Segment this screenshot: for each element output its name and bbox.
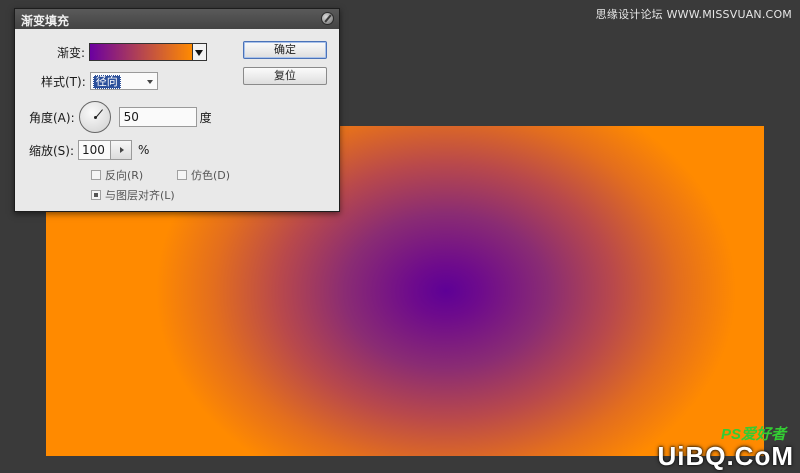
gradient-fill-dialog: 渐变填充 渐变: 样式(T): 径向 角度(A): 度 缩放(S): % 反向(: [14, 8, 340, 212]
scale-unit: %: [138, 143, 150, 157]
reverse-checkbox[interactable]: [91, 170, 101, 180]
reverse-option[interactable]: 反向(R): [91, 167, 143, 183]
gradient-label: 渐变:: [57, 45, 86, 60]
align-option[interactable]: 与图层对齐(L): [91, 187, 175, 203]
style-label: 样式(T):: [41, 74, 86, 89]
scale-input[interactable]: [78, 140, 111, 160]
watermark-url: UiBQ.CoM: [657, 441, 794, 471]
angle-input[interactable]: [118, 107, 197, 127]
reset-button[interactable]: 复位: [243, 67, 327, 85]
style-select[interactable]: 径向: [89, 72, 158, 90]
align-checkbox[interactable]: [91, 190, 101, 200]
dither-checkbox[interactable]: [177, 170, 187, 180]
dither-label: 仿色(D): [191, 169, 231, 182]
dialog-titlebar[interactable]: 渐变填充: [15, 9, 339, 29]
dial-center: [93, 116, 97, 119]
chevron-down-icon: [146, 80, 153, 84]
ok-button[interactable]: 确定: [243, 41, 327, 59]
watermark-top: 思缘设计论坛 WWW.MISSVUAN.COM: [595, 8, 792, 21]
gradient-swatch[interactable]: [89, 43, 194, 61]
scale-label: 缩放(S):: [29, 143, 75, 158]
align-label: 与图层对齐(L): [105, 189, 175, 202]
chevron-down-icon[interactable]: [193, 43, 208, 61]
gradient-row: 渐变:: [57, 43, 208, 61]
angle-dial-icon[interactable]: [78, 101, 111, 133]
style-value: 径向: [92, 75, 121, 89]
angle-row: 角度(A): 度: [29, 101, 212, 133]
angle-label: 角度(A):: [29, 110, 75, 125]
chevron-right-icon[interactable]: [110, 140, 133, 160]
dither-option[interactable]: 仿色(D): [177, 167, 230, 183]
angle-unit: 度: [199, 110, 212, 125]
scale-row: 缩放(S): %: [29, 140, 149, 160]
reverse-label: 反向(R): [105, 169, 144, 182]
dialog-title: 渐变填充: [21, 14, 70, 28]
close-icon[interactable]: [321, 12, 334, 25]
style-row: 样式(T): 径向: [41, 72, 158, 90]
watermark-bottom: PS爱好者 UiBQ.CoM: [657, 427, 794, 471]
